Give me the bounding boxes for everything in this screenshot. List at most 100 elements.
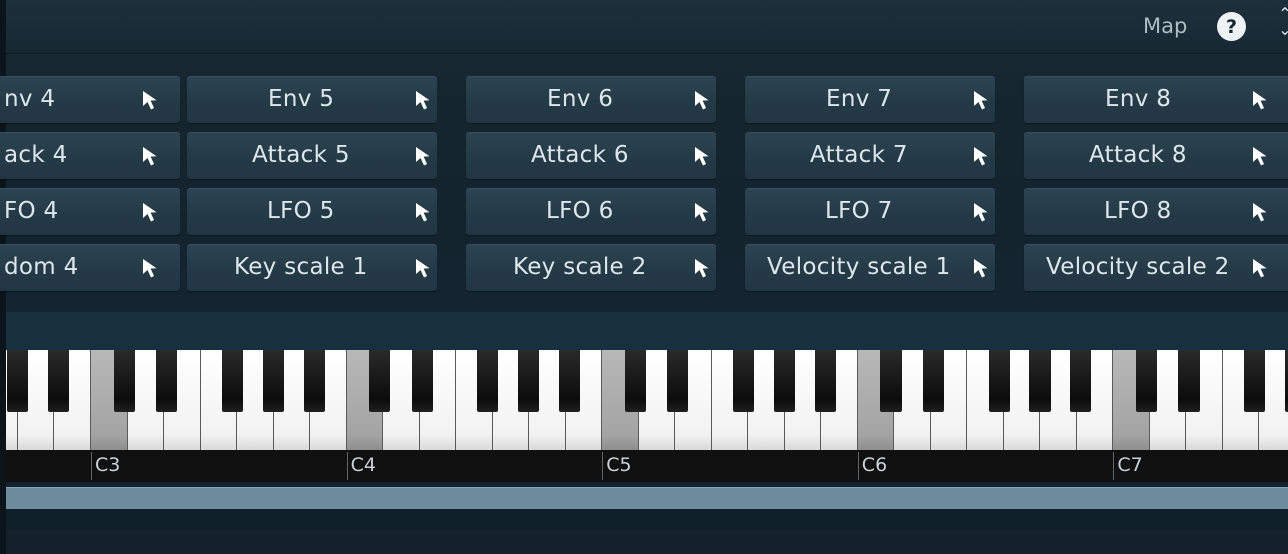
cursor-arrow-icon[interactable] — [140, 145, 162, 167]
range-slider[interactable] — [6, 487, 1288, 509]
black-key[interactable] — [477, 350, 499, 412]
modulator-label: Attack 5 — [252, 142, 350, 168]
black-key[interactable] — [988, 350, 1010, 412]
modulator-button[interactable]: LFO 8 — [1024, 188, 1288, 235]
cursor-arrow-icon[interactable] — [971, 257, 993, 279]
modulator-label: Key scale 1 — [234, 254, 368, 280]
modulator-label: dom 4 — [4, 254, 79, 280]
black-key[interactable] — [1029, 350, 1051, 412]
octave-label: C6 — [857, 452, 887, 480]
cursor-arrow-icon[interactable] — [971, 201, 993, 223]
cursor-arrow-icon[interactable] — [140, 89, 162, 111]
modulator-panel: Map ? ⌃ ⌄ nv 4 ack 4 FO 4 dom 4 Env 5 Attack … — [0, 0, 1288, 554]
black-key[interactable] — [113, 350, 135, 412]
modulator-button[interactable]: Velocity scale 1 — [745, 244, 995, 291]
black-key[interactable] — [1070, 350, 1092, 412]
black-key[interactable] — [47, 350, 70, 412]
modulator-button[interactable]: LFO 5 — [187, 188, 437, 235]
modulator-label: ack 4 — [4, 142, 68, 168]
black-key[interactable] — [922, 350, 944, 412]
modulator-label: Velocity scale 1 — [767, 254, 951, 280]
octave-label: C5 — [602, 452, 632, 480]
modulator-label: Attack 6 — [531, 142, 629, 168]
black-key[interactable] — [262, 350, 284, 412]
modulator-label: LFO 6 — [546, 198, 614, 224]
cursor-arrow-icon[interactable] — [413, 145, 435, 167]
black-key[interactable] — [155, 350, 178, 412]
black-key[interactable] — [303, 350, 325, 412]
black-key[interactable] — [559, 350, 581, 412]
cursor-arrow-icon[interactable] — [692, 145, 714, 167]
black-key[interactable] — [1178, 350, 1200, 412]
black-key[interactable] — [667, 350, 689, 412]
modulator-button[interactable]: Attack 7 — [745, 132, 995, 179]
modulator-button[interactable]: Attack 5 — [187, 132, 437, 179]
modulator-button[interactable]: Key scale 1 — [187, 244, 437, 291]
cursor-arrow-icon[interactable] — [140, 201, 162, 223]
modulator-label: Key scale 2 — [513, 254, 647, 280]
modulator-label: nv 4 — [4, 86, 56, 112]
octave-label: C3 — [91, 452, 120, 480]
piano-keyboard[interactable]: C3 C4 C5 C6 C7 — [6, 350, 1288, 482]
modulator-label: FO 4 — [4, 198, 59, 224]
cursor-arrow-icon[interactable] — [692, 89, 714, 111]
modulator-label: Env 7 — [826, 86, 893, 112]
black-key[interactable] — [221, 350, 243, 412]
black-key[interactable] — [7, 350, 29, 412]
modulator-label: LFO 8 — [1104, 198, 1172, 224]
octave-label: C4 — [346, 452, 376, 480]
modulator-button[interactable]: FO 4 — [0, 188, 180, 235]
black-key[interactable] — [411, 350, 433, 412]
modulator-button[interactable]: dom 4 — [0, 244, 180, 291]
cursor-arrow-icon[interactable] — [1250, 145, 1272, 167]
black-key[interactable] — [369, 350, 391, 412]
cursor-arrow-icon[interactable] — [413, 257, 435, 279]
modulator-label: Env 6 — [547, 86, 614, 112]
black-key[interactable] — [773, 350, 795, 412]
cursor-arrow-icon[interactable] — [1250, 201, 1272, 223]
separator-band — [6, 312, 1288, 350]
black-key[interactable] — [1136, 350, 1158, 412]
modulator-button[interactable]: nv 4 — [0, 76, 180, 123]
cursor-arrow-icon[interactable] — [413, 89, 435, 111]
cursor-arrow-icon[interactable] — [1250, 89, 1272, 111]
modulator-label: Attack 8 — [1089, 142, 1187, 168]
black-key[interactable] — [518, 350, 540, 412]
modulator-label: Velocity scale 2 — [1046, 254, 1230, 280]
cursor-arrow-icon[interactable] — [413, 201, 435, 223]
expand-collapse-icon[interactable]: ⌃ ⌄ — [1276, 6, 1288, 44]
map-button[interactable]: Map — [1143, 14, 1187, 38]
cursor-arrow-icon[interactable] — [692, 257, 714, 279]
modulator-label: LFO 5 — [267, 198, 335, 224]
modulator-button[interactable]: Attack 6 — [466, 132, 716, 179]
modulator-grid: nv 4 ack 4 FO 4 dom 4 Env 5 Attack 5 LFO 5 Key … — [0, 76, 1288, 294]
modulator-button[interactable]: Env 6 — [466, 76, 716, 123]
modulator-button[interactable]: Attack 8 — [1024, 132, 1288, 179]
cursor-arrow-icon[interactable] — [971, 145, 993, 167]
modulator-label: Env 8 — [1105, 86, 1172, 112]
cursor-arrow-icon[interactable] — [1250, 257, 1272, 279]
modulator-button[interactable]: Env 8 — [1024, 76, 1288, 123]
modulator-button[interactable]: ack 4 — [0, 132, 180, 179]
cursor-arrow-icon[interactable] — [971, 89, 993, 111]
black-key[interactable] — [624, 350, 646, 412]
modulator-button[interactable]: Velocity scale 2 — [1024, 244, 1288, 291]
modulator-label: Attack 7 — [810, 142, 908, 168]
modulator-button[interactable]: Key scale 2 — [466, 244, 716, 291]
help-icon[interactable]: ? — [1217, 12, 1246, 41]
modulator-button[interactable]: Env 7 — [745, 76, 995, 123]
black-key[interactable] — [1244, 350, 1266, 412]
octave-label: C7 — [1113, 452, 1143, 480]
black-key[interactable] — [814, 350, 836, 412]
black-key[interactable] — [880, 350, 902, 412]
header-bar: Map ? ⌃ ⌄ — [6, 0, 1288, 54]
black-key[interactable] — [732, 350, 755, 412]
modulator-button[interactable]: Env 5 — [187, 76, 437, 123]
octave-label-bar — [6, 450, 1288, 482]
bottom-strip — [6, 509, 1288, 529]
modulator-button[interactable]: LFO 6 — [466, 188, 716, 235]
modulator-label: Env 5 — [268, 86, 335, 112]
cursor-arrow-icon[interactable] — [692, 201, 714, 223]
cursor-arrow-icon[interactable] — [140, 257, 162, 279]
modulator-button[interactable]: LFO 7 — [745, 188, 995, 235]
